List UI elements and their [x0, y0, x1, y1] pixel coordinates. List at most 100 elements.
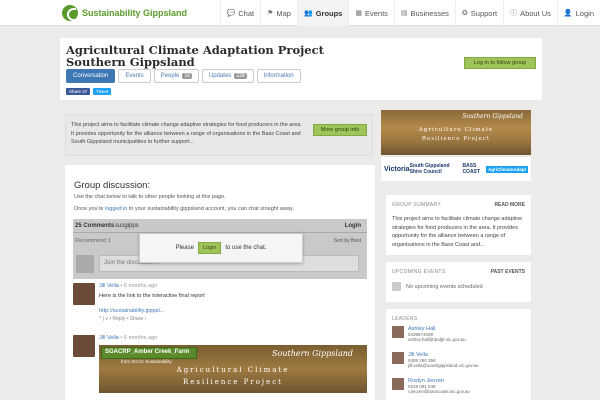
nav-label: Businesses [410, 8, 449, 18]
comment-item: Jill Vella • 6 months ago Here is the li… [73, 283, 367, 323]
image-tag: SGACRP_Amber Creek_Farm [101, 347, 197, 359]
site-name: Sustainability Gippsland [82, 8, 188, 18]
nav-label: Support [470, 8, 498, 18]
login-icon: 👤 [563, 10, 573, 17]
leader-item[interactable]: Ashley Hall 0439574009 ashley.hall@dedjt… [392, 326, 466, 342]
events-icon: ▦ [355, 10, 362, 17]
banner-title: Southern Gippsland [462, 113, 523, 120]
group-summary-box: GROUP SUMMARY READ MORE This project aim… [386, 195, 531, 255]
tab-events[interactable]: Events [118, 69, 151, 83]
avatar [392, 326, 404, 338]
facebook-share-button[interactable]: Share 37 [66, 88, 91, 95]
groups-icon: 👥 [303, 10, 313, 17]
description-text: This project aims to facilitate climate … [71, 122, 302, 145]
login-button[interactable]: Login [197, 242, 222, 254]
about-icon: ⓘ [510, 10, 518, 17]
nav-businesses[interactable]: ▤ Businesses [393, 0, 455, 26]
disqus-login[interactable]: Login [345, 223, 361, 229]
login-hint: Once you're logged in to your sustainabi… [74, 206, 294, 212]
agriclimateadapt-twitter-logo: AgriClimateAdapt [485, 165, 528, 173]
tab-people[interactable]: People 16 [153, 69, 199, 83]
more-group-info-button[interactable]: More group info [313, 124, 367, 136]
upcoming-events-box: UPCOMING EVENTS PAST EVENTS No upcoming … [386, 262, 531, 302]
comment-author: Jill Vella • 6 months ago [99, 283, 157, 289]
avatar [392, 352, 404, 364]
project-banner-image: Southern Gippsland Agriculture Climate R… [381, 110, 531, 155]
nav-label: Chat [238, 8, 255, 18]
author-name[interactable]: Jill Vella [99, 283, 119, 289]
nav-groups[interactable]: 👥 Groups [296, 0, 349, 26]
comment-time: • 6 months ago [120, 335, 158, 341]
follow-group-button[interactable]: Log in to follow group [464, 57, 536, 69]
top-navbar: Sustainability Gippsland 💬 Chat ⚑ Map 👥 Gro… [0, 0, 600, 26]
nav-chat[interactable]: 💬 Chat [219, 0, 261, 26]
nav-label: About Us [520, 8, 551, 18]
tab-label: Information [263, 73, 294, 79]
comment-actions[interactable]: ^ | v • Reply • Share › [99, 316, 146, 322]
businesses-icon: ▤ [400, 10, 408, 17]
avatar [76, 255, 94, 273]
modal-suffix: to use the chat. [225, 245, 267, 251]
victoria-logo: Victoria [384, 165, 410, 173]
avatar [392, 378, 404, 390]
leader-email: jill.vella@southgippsland.vic.gov.au [408, 363, 479, 368]
past-events-link[interactable]: PAST EVENTS [491, 269, 525, 275]
discussion-title: Group discussion: [74, 180, 151, 191]
banner-line: Resilience Project [421, 136, 491, 142]
calendar-icon [392, 282, 401, 291]
nav-about[interactable]: ⓘ About Us [503, 0, 557, 26]
bass-coast-logo: BASS COAST [462, 163, 480, 175]
partner-logos: Victoria South Gippsland Shire Council B… [381, 157, 531, 181]
discussion-panel: Group discussion: Use the chat below to … [65, 165, 375, 400]
site-logo[interactable]: Sustainability Gippsland [62, 5, 187, 21]
avatar [73, 335, 95, 357]
comment-time: • 6 months ago [120, 283, 158, 289]
tab-label: People [160, 73, 180, 79]
tab-conversation[interactable]: Conversation [66, 69, 116, 83]
summary-heading: GROUP SUMMARY [392, 202, 441, 208]
no-events-row: No upcoming events scheduled [392, 282, 483, 291]
tab-label: Conversation [73, 73, 109, 79]
leaders-heading: LEADERS [392, 316, 418, 322]
disqus-site[interactable]: susgipps [115, 223, 139, 229]
page-title: Agricultural Climate Adaptation Project … [66, 43, 324, 69]
modal-prefix: Please [175, 245, 194, 251]
avatar [73, 283, 95, 305]
comments-count[interactable]: 25 Comments [75, 223, 114, 229]
comment-item: Jill Vella • 6 months ago SGACRP_Amber C… [73, 335, 367, 395]
logged-in-link[interactable]: logged in [105, 206, 127, 212]
nav-events[interactable]: ▦ Events [348, 0, 394, 26]
comment-image[interactable]: SGACRP_Amber Creek_Farm from SGAC Sustai… [99, 345, 367, 393]
login-hint-prefix: Once you're [74, 206, 104, 212]
discussion-subtitle: Use the chat below to talk to other peop… [74, 194, 226, 200]
group-tabs: Conversation Events People 16 Updates 228 … [66, 69, 304, 83]
group-description: This project aims to facilitate climate … [65, 114, 373, 156]
image-line: Resilience Project [183, 378, 283, 386]
nav-label: Login [575, 8, 594, 18]
leader-email: r.jenzen@basscoast.vic.gov.au [408, 389, 470, 394]
comment-link[interactable]: http://sustainability.gippsl... [99, 308, 164, 314]
disqus-header: 25 Comments susgipps Login [73, 219, 367, 233]
south-gippsland-logo: South Gippsland Shire Council [409, 163, 450, 175]
nav-login[interactable]: 👤 Login [556, 0, 600, 26]
read-more-link[interactable]: READ MORE [494, 202, 525, 208]
leaders-box: LEADERS Ashley Hall 0439574009 ashley.ha… [386, 309, 531, 400]
events-heading: UPCOMING EVENTS [392, 269, 446, 275]
summary-text: This project aims to facilitate climate … [392, 216, 523, 248]
tweet-button[interactable]: Tweet [93, 88, 112, 95]
image-line: Agricultural Climate [176, 366, 290, 374]
nav-map[interactable]: ⚑ Map [260, 0, 297, 26]
count-badge: 228 [234, 73, 247, 79]
no-events-text: No upcoming events scheduled [406, 283, 483, 290]
sort-dropdown[interactable]: Sort by Best [334, 238, 361, 244]
nav-support[interactable]: ✪ Support [454, 0, 503, 26]
leader-email: ashley.hall@dedjtr.vic.gov.au [408, 337, 466, 342]
author-name[interactable]: Jill Vella [99, 335, 119, 341]
support-icon: ✪ [461, 10, 468, 17]
leader-item[interactable]: Roslyn Jenzen 0419 091 549 r.jenzen@bass… [392, 378, 470, 394]
login-hint-suffix: to your sustainability gippsland account… [128, 206, 294, 212]
leader-item[interactable]: Jill Vella 0408 290 358 jill.vella@south… [392, 352, 479, 368]
recommend-button[interactable]: Recommend 1 [75, 238, 111, 244]
tab-information[interactable]: Information [256, 69, 301, 83]
tab-updates[interactable]: Updates 228 [201, 69, 254, 83]
